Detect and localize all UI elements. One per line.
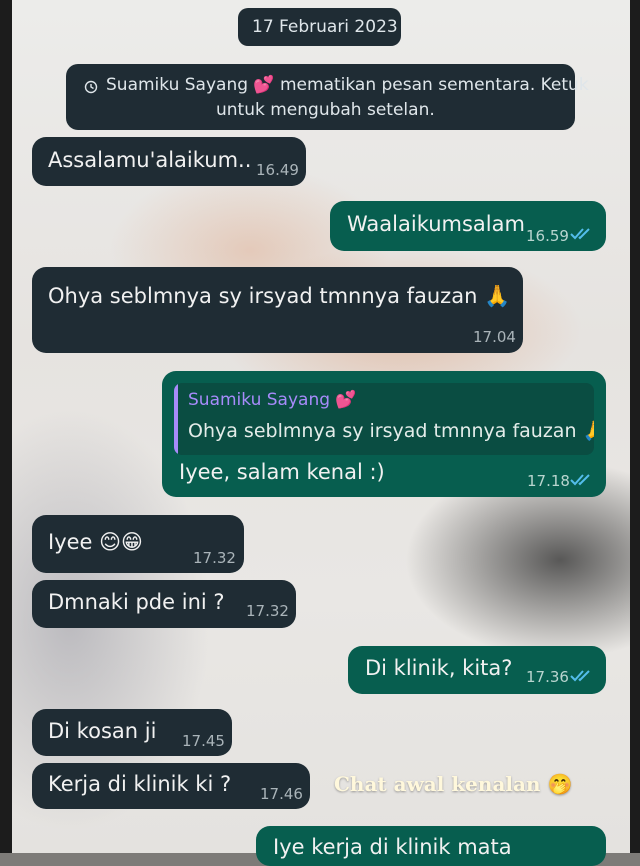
quote-text: Ohya seblmnya sy irsyad tmnnya fauzan 🙏 (188, 420, 594, 442)
message-time: 17.46 (260, 785, 303, 803)
message-time: 16.49 (256, 161, 299, 179)
message-bubble-incoming[interactable]: Ohya seblmnya sy irsyad tmnnya fauzan 🙏 … (32, 267, 523, 353)
message-bubble-outgoing[interactable]: Di klinik, kita? 17.36 (348, 646, 606, 694)
notice-line-2: untuk mengubah setelan. (216, 100, 435, 120)
message-text: Assalamu'alaikum.. (48, 148, 252, 172)
message-time: 17.36 (526, 668, 569, 686)
timer-icon (84, 79, 98, 94)
message-bubble-incoming[interactable]: Iyee 😊😁 17.32 (32, 515, 244, 573)
message-text: Dmnaki pde ini ? (48, 590, 225, 614)
quote-accent-bar (174, 383, 178, 455)
date-header: 17 Februari 2023 (238, 8, 401, 46)
message-bubble-outgoing[interactable]: Waalaikumsalam 16.59 (330, 201, 606, 251)
notice-line-1: Suamiku Sayang 💕 mematikan pesan sementa… (106, 75, 589, 95)
date-header-text: 17 Februari 2023 (252, 17, 398, 37)
left-frame-edge (0, 0, 12, 853)
read-ticks-icon (570, 670, 590, 682)
message-bubble-outgoing[interactable]: Iye kerja di klinik mata (256, 826, 606, 866)
message-time: 17.32 (246, 602, 289, 620)
message-bubble-incoming[interactable]: Kerja di klinik ki ? 17.46 (32, 763, 310, 809)
message-text: Di kosan ji (48, 719, 157, 743)
message-time: 16.59 (526, 227, 569, 245)
message-text: Iyee 😊😁 (48, 530, 143, 554)
quoted-message[interactable]: Suamiku Sayang 💕 Ohya seblmnya sy irsyad… (174, 383, 594, 455)
right-frame-edge (630, 0, 640, 853)
read-ticks-icon (570, 228, 590, 240)
message-text: Iye kerja di klinik mata (273, 835, 512, 859)
message-text: Kerja di klinik ki ? (48, 772, 232, 796)
quote-author: Suamiku Sayang 💕 (188, 390, 357, 410)
message-bubble-incoming[interactable]: Assalamu'alaikum.. 16.49 (32, 137, 306, 186)
message-text: Di klinik, kita? (365, 656, 513, 680)
message-bubble-incoming[interactable]: Dmnaki pde ini ? 17.32 (32, 580, 296, 628)
message-bubble-incoming[interactable]: Di kosan ji 17.45 (32, 709, 232, 756)
message-text: Iyee, salam kenal :) (179, 460, 385, 484)
message-time: 17.04 (473, 328, 516, 346)
disappearing-messages-notice[interactable]: Suamiku Sayang 💕 mematikan pesan sementa… (66, 64, 589, 130)
message-time: 17.32 (193, 549, 236, 567)
message-text: Ohya seblmnya sy irsyad tmnnya fauzan 🙏 (48, 284, 511, 308)
message-text: Waalaikumsalam (347, 212, 525, 236)
message-time: 17.18 (527, 472, 570, 490)
read-ticks-icon (570, 474, 590, 486)
message-time: 17.45 (182, 732, 225, 750)
overlay-caption: Chat awal kenalan 🤭 (334, 772, 573, 796)
message-bubble-outgoing-reply[interactable]: Suamiku Sayang 💕 Ohya seblmnya sy irsyad… (162, 371, 606, 497)
